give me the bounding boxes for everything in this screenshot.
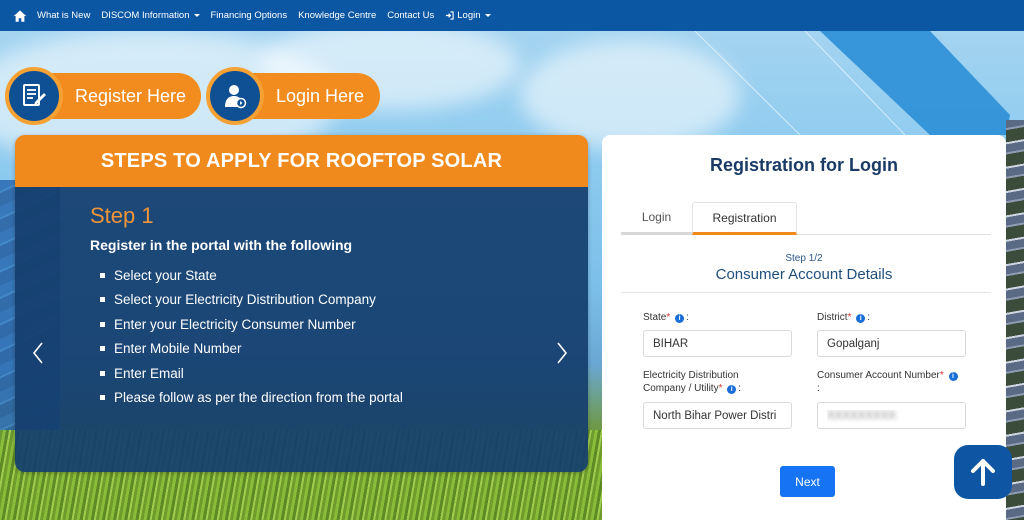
- district-field[interactable]: [817, 330, 966, 357]
- divider: [621, 292, 991, 293]
- section-title: Consumer Account Details: [715, 266, 893, 283]
- state-label: State* i:: [643, 311, 689, 324]
- utility-field[interactable]: [643, 402, 792, 429]
- top-navigation: What is New DISCOM Information Financing…: [0, 0, 1024, 31]
- step-item-text: Enter Email: [114, 365, 184, 381]
- label-text: State: [643, 312, 667, 323]
- label-suffix: :: [686, 312, 689, 323]
- label-text: District: [817, 312, 848, 323]
- nav-label: Financing Options: [210, 10, 288, 21]
- nav-label: Login: [457, 10, 481, 21]
- label-text: Consumer Account Number: [817, 370, 940, 381]
- nav-what-is-new[interactable]: What is New: [37, 10, 90, 21]
- bullet-icon: [100, 272, 105, 278]
- nav-label: Knowledge Centre: [298, 10, 377, 21]
- user-arrow-icon: [225, 85, 247, 109]
- step-list-item: Enter Email: [100, 361, 403, 386]
- step-list: Select your State Select your Electricit…: [100, 263, 403, 410]
- step-list-item: Select your State: [100, 263, 403, 288]
- utility-label: Electricity Distribution Company / Utili…: [643, 369, 741, 395]
- state-field[interactable]: [643, 330, 792, 357]
- bullet-icon: [100, 395, 105, 401]
- document-pen-icon: [23, 84, 46, 106]
- register-here-button[interactable]: Register Here: [5, 67, 201, 125]
- steps-slide: Step 1 Register in the portal with the f…: [15, 187, 588, 472]
- step-item-text: Enter your Electricity Consumer Number: [114, 316, 356, 332]
- step-subtitle: Register in the portal with the followin…: [90, 237, 353, 253]
- nav-login[interactable]: Login: [445, 10, 491, 21]
- chevron-right-icon[interactable]: [556, 342, 568, 364]
- bullet-icon: [100, 297, 105, 303]
- account-number-label: Consumer Account Number* i:: [817, 369, 977, 395]
- info-icon[interactable]: i: [675, 314, 685, 323]
- step-list-item: Please follow as per the direction from …: [100, 386, 403, 411]
- nav-financing-options[interactable]: Financing Options: [211, 10, 288, 21]
- info-icon[interactable]: i: [727, 385, 737, 394]
- info-icon[interactable]: i: [948, 372, 958, 381]
- account-number-field[interactable]: [817, 402, 966, 429]
- step-item-text: Select your State: [114, 267, 217, 283]
- step-list-item: Enter Mobile Number: [100, 337, 403, 362]
- chevron-left-icon[interactable]: [32, 342, 44, 364]
- scroll-to-top-button[interactable]: [954, 445, 1012, 499]
- label-suffix: :: [867, 312, 871, 323]
- required-mark: *: [847, 312, 852, 323]
- bullet-icon: [100, 321, 105, 327]
- nav-label: DISCOM Information: [101, 10, 190, 21]
- step-list-item: Select your Electricity Distribution Com…: [100, 288, 403, 313]
- caret-down-icon: [193, 14, 200, 17]
- nav-knowledge-centre[interactable]: Knowledge Centre: [298, 10, 376, 21]
- next-button[interactable]: Next: [780, 466, 835, 497]
- district-label: District* i:: [817, 311, 870, 324]
- label-suffix: :: [817, 383, 820, 394]
- tab-login[interactable]: Login: [621, 202, 692, 235]
- login-here-button[interactable]: Login Here: [206, 67, 380, 125]
- step-list-item: Enter your Electricity Consumer Number: [100, 312, 403, 337]
- tab-registration[interactable]: Registration: [692, 202, 797, 235]
- login-icon-circle: [206, 67, 264, 125]
- info-icon[interactable]: i: [856, 314, 866, 323]
- caret-down-icon: [484, 14, 491, 17]
- nav-discom-information[interactable]: DISCOM Information: [101, 10, 200, 21]
- label-suffix: :: [738, 383, 742, 394]
- tabs: Login Registration: [621, 202, 991, 235]
- steps-heading: STEPS TO APPLY FOR ROOFTOP SOLAR: [15, 135, 588, 187]
- required-mark: *: [666, 312, 671, 323]
- arrow-up-icon: [971, 459, 995, 486]
- registration-card: Registration for Login Login Registratio…: [602, 135, 1006, 520]
- nav-label: What is New: [37, 10, 91, 21]
- nav-label: Contact Us: [387, 10, 435, 21]
- step-item-text: Please follow as per the direction from …: [114, 390, 403, 406]
- steps-carousel: STEPS TO APPLY FOR ROOFTOP SOLAR Step 1 …: [15, 135, 588, 472]
- step-item-text: Select your Electricity Distribution Com…: [114, 292, 376, 308]
- step-title: Step 1: [90, 203, 154, 228]
- bullet-icon: [100, 370, 105, 376]
- card-title: Registration for Login: [710, 155, 898, 175]
- register-icon-circle: [5, 67, 63, 125]
- label-text: Electricity Distribution: [643, 370, 739, 381]
- required-mark: *: [939, 370, 944, 381]
- sign-in-icon: [446, 11, 454, 20]
- nav-contact-us[interactable]: Contact Us: [387, 10, 434, 21]
- required-mark: *: [718, 383, 723, 394]
- step-item-text: Enter Mobile Number: [114, 341, 242, 357]
- bullet-icon: [100, 346, 105, 352]
- step-indicator: Step 1/2: [785, 253, 823, 264]
- home-icon[interactable]: [13, 9, 27, 23]
- label-text: Company / Utility: [643, 383, 719, 394]
